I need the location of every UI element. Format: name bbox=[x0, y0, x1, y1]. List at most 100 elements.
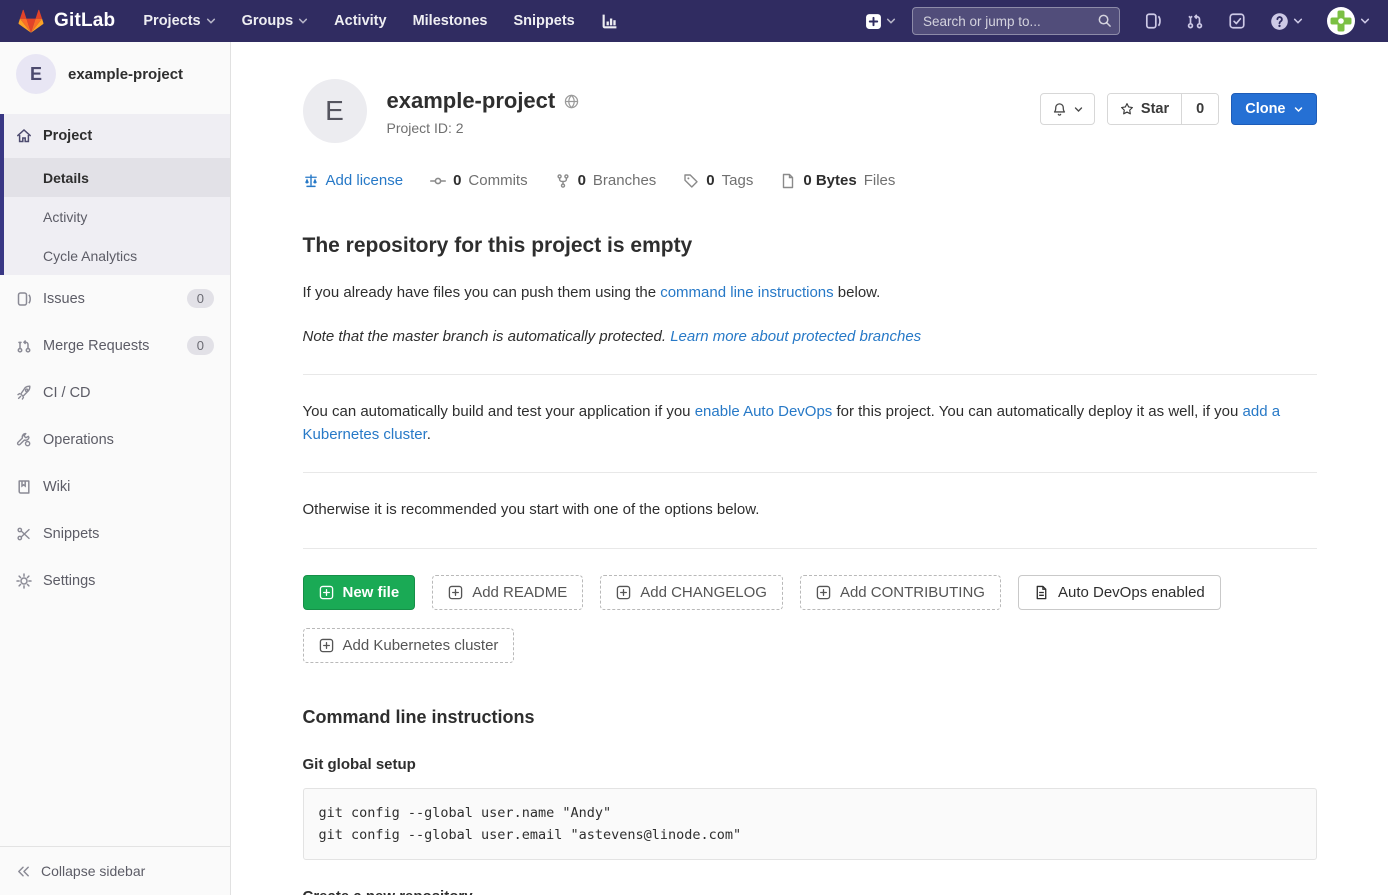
plus-square-icon bbox=[616, 585, 631, 600]
chevron-down-icon bbox=[1294, 105, 1303, 114]
git-global-setup-code[interactable]: git config --global user.name "Andy"git … bbox=[303, 788, 1317, 861]
git-global-setup-heading: Git global setup bbox=[303, 756, 1317, 773]
help-icon bbox=[1270, 12, 1289, 31]
sidebar-project-name: example-project bbox=[68, 66, 183, 83]
search-input[interactable] bbox=[912, 7, 1120, 35]
commit-icon bbox=[430, 173, 446, 189]
enable-auto-devops-link[interactable]: enable Auto DevOps bbox=[695, 403, 833, 420]
collapse-sidebar-button[interactable]: Collapse sidebar bbox=[0, 846, 230, 895]
protected-branches-link[interactable]: Learn more about protected branches bbox=[670, 328, 921, 345]
sidebar-item-issues[interactable]: Issues 0 bbox=[0, 275, 230, 322]
user-menu-button[interactable] bbox=[1327, 7, 1370, 35]
sidebar-item-operations[interactable]: Operations bbox=[0, 416, 230, 463]
add-changelog-button[interactable]: Add CHANGELOG bbox=[600, 575, 783, 610]
plus-square-icon bbox=[816, 585, 831, 600]
branch-icon bbox=[555, 173, 571, 189]
nav-groups[interactable]: Groups bbox=[242, 13, 309, 29]
issues-dashboard-icon[interactable] bbox=[1144, 12, 1162, 30]
chevron-down-icon bbox=[298, 16, 308, 26]
merge-requests-count-badge: 0 bbox=[187, 336, 214, 355]
nav-projects[interactable]: Projects bbox=[143, 13, 215, 29]
star-icon bbox=[1120, 102, 1134, 116]
issues-icon bbox=[16, 291, 32, 307]
bell-icon bbox=[1052, 102, 1067, 117]
scissors-icon bbox=[16, 526, 32, 542]
gitlab-logo[interactable]: GitLab bbox=[18, 9, 115, 34]
tanuki-icon bbox=[18, 9, 44, 34]
sidebar-item-details[interactable]: Details bbox=[0, 158, 230, 197]
search-icon bbox=[1097, 13, 1112, 28]
merge-request-icon bbox=[16, 338, 32, 354]
tag-icon bbox=[683, 173, 699, 189]
sidebar-item-project[interactable]: Project bbox=[0, 114, 230, 158]
book-icon bbox=[16, 479, 32, 495]
star-group: Star 0 bbox=[1107, 93, 1219, 125]
plus-square-icon bbox=[448, 585, 463, 600]
files-stat[interactable]: 0 Bytes Files bbox=[780, 172, 895, 189]
tags-stat[interactable]: 0 Tags bbox=[683, 172, 753, 189]
divider bbox=[303, 374, 1317, 375]
plus-square-icon bbox=[865, 13, 882, 30]
commits-stat[interactable]: 0 Commits bbox=[430, 172, 528, 189]
otherwise-paragraph: Otherwise it is recommended you start wi… bbox=[303, 499, 1317, 522]
add-contributing-button[interactable]: Add CONTRIBUTING bbox=[800, 575, 1001, 610]
chevron-down-icon bbox=[886, 16, 896, 26]
sidebar-item-merge-requests[interactable]: Merge Requests 0 bbox=[0, 322, 230, 369]
merge-requests-dashboard-icon[interactable] bbox=[1186, 12, 1204, 30]
nav-activity[interactable]: Activity bbox=[334, 13, 386, 29]
double-chevron-left-icon bbox=[16, 864, 31, 879]
command-line-instructions-link[interactable]: command line instructions bbox=[660, 284, 833, 301]
auto-devops-enabled-button[interactable]: Auto DevOps enabled bbox=[1018, 575, 1221, 610]
sidebar-item-snippets[interactable]: Snippets bbox=[0, 510, 230, 557]
new-file-button[interactable]: New file bbox=[303, 575, 416, 610]
divider bbox=[303, 472, 1317, 473]
top-navbar: GitLab Projects Groups Activity Mileston… bbox=[0, 0, 1388, 42]
project-sidebar: E example-project Project Details Activi… bbox=[0, 42, 231, 895]
nav-snippets[interactable]: Snippets bbox=[514, 13, 575, 29]
project-stats-row: Add license 0 Commits 0 Branches bbox=[303, 172, 1317, 189]
add-readme-button[interactable]: Add README bbox=[432, 575, 583, 610]
add-kubernetes-cluster-button[interactable]: Add Kubernetes cluster bbox=[303, 628, 515, 663]
sidebar-item-activity[interactable]: Activity bbox=[0, 197, 230, 236]
charts-icon[interactable] bbox=[601, 13, 618, 30]
project-title: example-project bbox=[387, 88, 556, 114]
file-icon bbox=[780, 173, 796, 189]
sidebar-item-settings[interactable]: Settings bbox=[0, 557, 230, 604]
new-menu-button[interactable] bbox=[865, 13, 896, 30]
clone-button[interactable]: Clone bbox=[1231, 93, 1316, 125]
protected-branch-note: Note that the master branch is automatic… bbox=[303, 326, 1317, 349]
create-repo-heading: Create a new repository bbox=[303, 888, 1317, 895]
add-license-link[interactable]: Add license bbox=[303, 172, 404, 189]
plus-square-icon bbox=[319, 585, 334, 600]
project-avatar-small: E bbox=[16, 54, 56, 94]
brand-text: GitLab bbox=[54, 10, 115, 32]
public-visibility-icon bbox=[564, 94, 579, 109]
gear-icon bbox=[16, 573, 32, 589]
user-avatar bbox=[1327, 7, 1355, 35]
star-button[interactable]: Star bbox=[1108, 94, 1181, 124]
sidebar-project-header[interactable]: E example-project bbox=[0, 42, 230, 106]
doc-icon bbox=[1034, 585, 1049, 600]
sidebar-item-ci-cd[interactable]: CI / CD bbox=[0, 369, 230, 416]
chevron-down-icon bbox=[1074, 105, 1083, 114]
chevron-down-icon bbox=[1293, 16, 1303, 26]
global-search bbox=[912, 7, 1120, 35]
help-menu-button[interactable] bbox=[1270, 12, 1303, 31]
cli-heading: Command line instructions bbox=[303, 707, 1317, 728]
todos-icon[interactable] bbox=[1228, 12, 1246, 30]
chevron-down-icon bbox=[1360, 16, 1370, 26]
repo-action-buttons-row-1: New file Add README Add CHANGELOG Add CO… bbox=[303, 575, 1317, 610]
rocket-icon bbox=[16, 385, 32, 401]
star-count[interactable]: 0 bbox=[1181, 94, 1218, 124]
home-icon bbox=[16, 128, 32, 144]
branches-stat[interactable]: 0 Branches bbox=[555, 172, 657, 189]
project-avatar: E bbox=[303, 79, 367, 143]
project-id: Project ID: 2 bbox=[387, 120, 580, 136]
nav-milestones[interactable]: Milestones bbox=[413, 13, 488, 29]
repo-action-buttons-row-2: Add Kubernetes cluster bbox=[303, 628, 1317, 663]
notification-settings-button[interactable] bbox=[1040, 93, 1095, 125]
sidebar-item-cycle-analytics[interactable]: Cycle Analytics bbox=[0, 236, 230, 275]
empty-repo-title: The repository for this project is empty bbox=[303, 234, 1317, 258]
wrench-icon bbox=[16, 432, 32, 448]
sidebar-item-wiki[interactable]: Wiki bbox=[0, 463, 230, 510]
